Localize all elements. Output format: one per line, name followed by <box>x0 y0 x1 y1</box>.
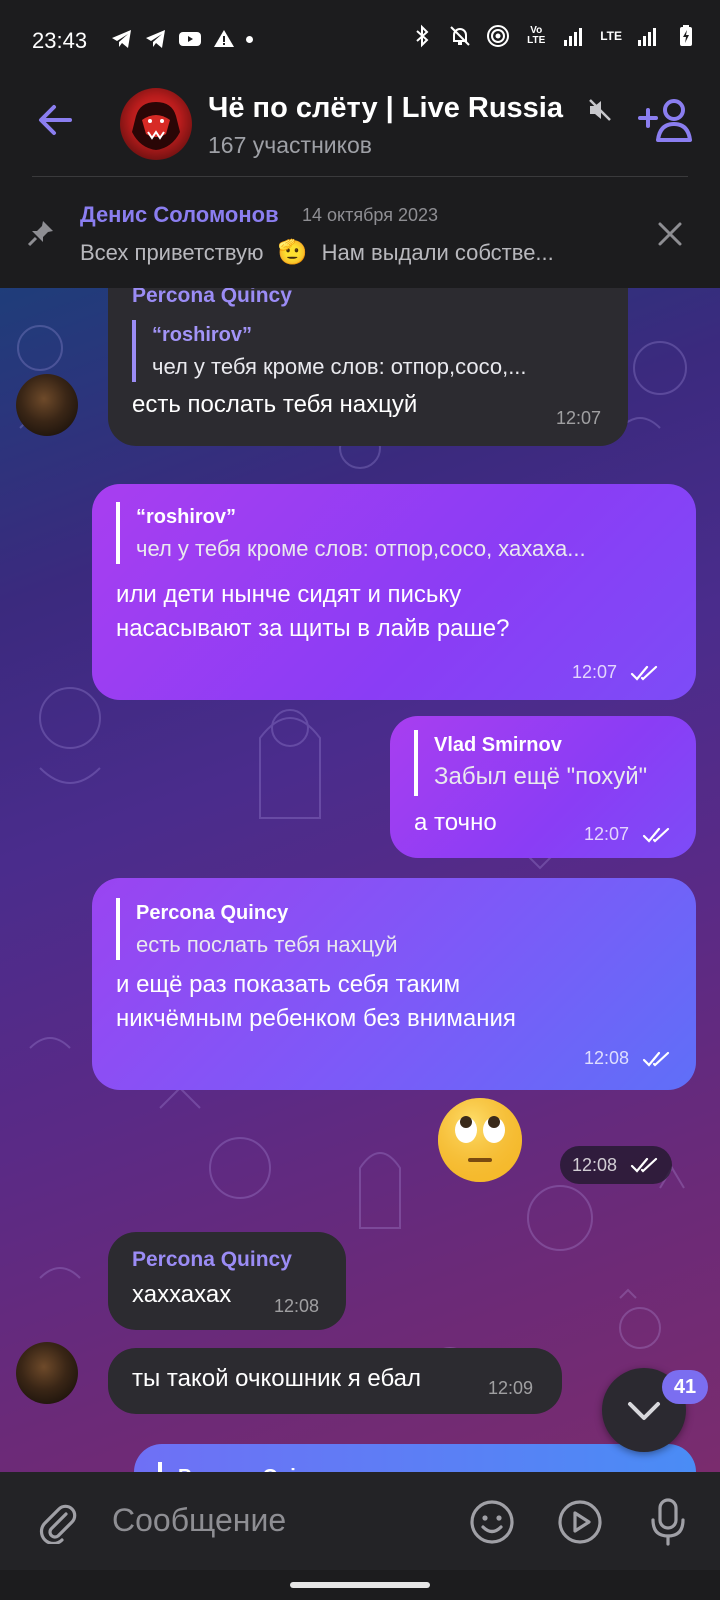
chat-area[interactable]: Percona Quincy “roshirov” чел у тебя кро… <box>0 288 720 1472</box>
volte-icon: Vo LTE <box>527 25 546 46</box>
message-text-line1: или дети нынче сидят и письку <box>116 581 462 608</box>
dot-icon <box>246 35 253 43</box>
salute-emoji: 🫡 <box>277 239 308 266</box>
reply-quote[interactable]: Percona Quincy есть послать тебя нахцуй <box>116 898 672 960</box>
quote-author: Vlad Smirnov <box>434 734 562 756</box>
message-text: хаххахах <box>132 1281 232 1308</box>
header-divider <box>32 176 688 177</box>
reply-quote[interactable]: Vlad Smirnov Забыл ещё "похуй" <box>414 730 674 796</box>
pin-icon <box>27 221 53 247</box>
face-rolling-eyes-icon <box>438 1098 522 1182</box>
unread-count-badge: 41 <box>662 1370 708 1404</box>
status-bar: 23:43 Vo LTE LTE <box>0 0 720 82</box>
pinned-date: 14 октября 2023 <box>302 205 439 225</box>
bell-off-icon <box>450 26 470 46</box>
message-time: 12:09 <box>488 1378 534 1398</box>
pinned-text-start: Всех приветствую <box>80 240 264 265</box>
system-nav-bar <box>0 1570 720 1600</box>
battery-charging-icon <box>680 25 692 46</box>
pinned-text: Всех приветствую 🫡 Нам выдали собстве... <box>80 238 554 267</box>
message-time: 12:08 <box>274 1296 320 1316</box>
message-time: 12:07 <box>584 824 630 844</box>
chat-header: Чё по слёту | Live Russia 167 участников <box>0 82 720 174</box>
signal-icon <box>638 28 656 46</box>
message-time: 12:07 <box>556 408 602 428</box>
incoming-message[interactable]: ты такой очкошник я ебал 12:09 <box>108 1348 562 1414</box>
microphone-icon[interactable] <box>644 1496 692 1548</box>
message-text-line2: насасывают за щиты в лайв раше? <box>116 615 510 642</box>
add-member-icon[interactable] <box>636 96 696 146</box>
message-time: 12:08 <box>572 1155 618 1175</box>
telegram-icon <box>146 30 165 48</box>
message-text: есть послать тебя нахцуй <box>132 391 418 418</box>
telegram-icon <box>112 30 131 48</box>
youtube-icon <box>179 32 201 46</box>
home-gesture-handle[interactable] <box>290 1582 430 1588</box>
chat-title[interactable]: Чё по слёту | Live Russia <box>208 92 563 125</box>
quote-author: “roshirov” <box>136 506 237 528</box>
outgoing-message[interactable]: “roshirov” чел у тебя кроме слов: отпор,… <box>92 484 696 700</box>
double-check-icon <box>630 1157 658 1173</box>
paperclip-icon[interactable] <box>36 1500 80 1544</box>
message-text-line2: никчёмным ребенком без внимания <box>116 1005 516 1032</box>
video-message-icon[interactable] <box>556 1498 604 1546</box>
reply-quote[interactable]: Percona Quincy <box>158 1462 558 1472</box>
pinned-author: Денис Соломонов <box>80 202 279 227</box>
quote-text: чел у тебя кроме слов: отпор,сосо, хахах… <box>136 536 586 561</box>
message-composer <box>0 1472 720 1570</box>
signal-icon <box>564 28 583 46</box>
reply-quote[interactable]: “roshirov” чел у тебя кроме слов: отпор,… <box>132 320 602 382</box>
pinned-text-end: Нам выдали собстве... <box>321 240 554 265</box>
warning-icon <box>214 30 234 47</box>
quote-text: Забыл ещё "похуй" <box>434 763 648 790</box>
message-text: а точно <box>414 809 497 836</box>
message-sender[interactable]: Percona Quincy <box>132 288 292 308</box>
status-time: 23:43 <box>32 28 88 53</box>
quote-author: Percona Quincy <box>178 1462 558 1472</box>
close-icon[interactable] <box>654 218 686 250</box>
double-check-icon <box>642 827 670 843</box>
quote-author: Percona Quincy <box>136 902 289 924</box>
incoming-message[interactable]: Percona Quincy хаххахах 12:08 <box>108 1232 346 1330</box>
participants-count: 167 участников <box>208 132 372 158</box>
quote-text: чел у тебя кроме слов: отпор,сосо,... <box>152 354 527 379</box>
message-text: ты такой очкошник я ебал <box>132 1365 421 1392</box>
quote-author: “roshirov” <box>152 324 253 346</box>
back-arrow-icon[interactable] <box>34 98 78 142</box>
hotspot-icon <box>487 25 510 47</box>
speaker-muted-icon <box>589 99 611 121</box>
lte-icon: LTE <box>600 29 622 43</box>
message-input[interactable] <box>112 1492 432 1548</box>
bear-logo-icon <box>132 102 180 150</box>
incoming-message[interactable]: Percona Quincy “roshirov” чел у тебя кро… <box>108 288 628 446</box>
avatar-percona-quincy[interactable] <box>16 1342 78 1404</box>
double-check-icon <box>630 665 658 681</box>
outgoing-message[interactable]: Percona Quincy есть послать тебя нахцуй … <box>92 878 696 1090</box>
quote-text: есть послать тебя нахцуй <box>136 932 398 957</box>
emoji-icon[interactable] <box>468 1498 516 1546</box>
message-text-line1: и ещё раз показать себя таким <box>116 971 461 998</box>
avatar-percona-quincy[interactable] <box>16 374 78 436</box>
message-time: 12:08 <box>584 1048 630 1068</box>
bluetooth-icon <box>416 24 429 48</box>
message-sender[interactable]: Percona Quincy <box>132 1248 292 1272</box>
double-check-icon <box>642 1051 670 1067</box>
reply-quote[interactable]: “roshirov” чел у тебя кроме слов: отпор,… <box>116 502 672 564</box>
outgoing-message[interactable]: Vlad Smirnov Забыл ещё "похуй" а точно 1… <box>390 716 696 858</box>
message-time-pill: 12:08 <box>560 1146 672 1184</box>
message-time: 12:07 <box>572 662 618 682</box>
group-avatar[interactable] <box>120 88 192 160</box>
pinned-message[interactable]: Денис Соломонов 14 октября 2023 Всех при… <box>0 178 720 288</box>
eye-roll-emoji[interactable] <box>436 1096 524 1184</box>
